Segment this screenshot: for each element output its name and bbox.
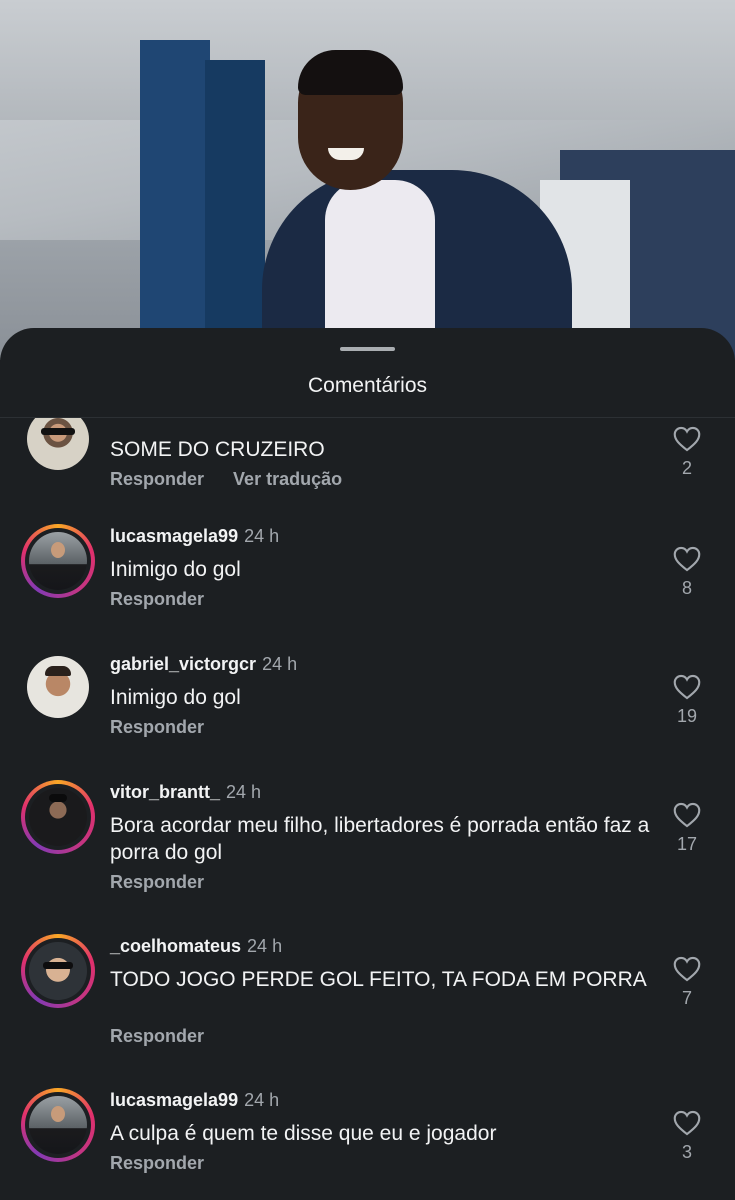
avatar[interactable] xyxy=(27,418,89,470)
heart-outline-icon xyxy=(673,956,701,982)
comment-text: Bora acordar meu filho, libertadores é p… xyxy=(110,814,650,864)
comment-time: 24 h xyxy=(262,654,298,674)
comment-username[interactable]: _coelhomateus 24 h xyxy=(110,936,282,957)
avatar-story-ring[interactable] xyxy=(21,524,95,598)
heart-outline-icon xyxy=(673,674,701,700)
heart-outline-icon xyxy=(673,426,701,452)
comment-actions: Responder Ver tradução xyxy=(110,469,366,490)
photo-pillar-shadow xyxy=(205,60,265,360)
avatar-story-ring[interactable] xyxy=(21,934,95,1008)
comment-actions: Responder xyxy=(110,872,228,893)
avatar xyxy=(29,942,87,1000)
avatar-story-ring[interactable] xyxy=(21,1088,95,1162)
avatar xyxy=(29,788,87,846)
photo-pillar xyxy=(140,40,210,360)
sheet-drag-handle[interactable] xyxy=(340,347,395,351)
comment-text: TODO JOGO PERDE GOL FEITO, TA FODA EM PO… xyxy=(110,968,647,991)
like-count: 2 xyxy=(681,458,692,478)
like-count: 17 xyxy=(676,834,698,854)
username[interactable]: gabriel_victorgcr xyxy=(110,654,256,674)
like-count: 19 xyxy=(676,706,698,726)
comment-username[interactable]: lucasmagela99 24 h xyxy=(110,526,279,547)
like-button[interactable]: 8 xyxy=(670,546,704,599)
reply-button[interactable]: Responder xyxy=(110,589,204,609)
like-button[interactable]: 19 xyxy=(670,674,704,727)
avatar[interactable] xyxy=(27,656,89,718)
heart-outline-icon xyxy=(673,546,701,572)
comments-list[interactable]: SOME DO CRUZEIRO Responder Ver tradução … xyxy=(0,418,735,1200)
comment-actions: Responder xyxy=(110,717,228,738)
comment-time: 24 h xyxy=(226,782,262,802)
comment-time: 24 h xyxy=(244,1090,280,1110)
comment-text: SOME DO CRUZEIRO xyxy=(110,438,325,461)
comment-text: Inimigo do gol xyxy=(110,686,241,709)
username[interactable]: lucasmagela99 xyxy=(110,526,238,546)
comment-actions: Responder xyxy=(110,1153,228,1174)
heart-outline-icon xyxy=(673,802,701,828)
comment-actions: Responder xyxy=(110,1026,228,1047)
like-button[interactable]: 2 xyxy=(670,426,704,479)
username[interactable]: _coelhomateus xyxy=(110,936,241,956)
like-count: 3 xyxy=(681,1142,692,1162)
translate-button[interactable]: Ver tradução xyxy=(233,469,342,489)
comment-username[interactable]: vitor_brantt_ 24 h xyxy=(110,782,261,803)
like-button[interactable]: 3 xyxy=(670,1110,704,1163)
reply-button[interactable]: Responder xyxy=(110,1153,204,1173)
photo-person-hair xyxy=(298,50,403,95)
comment-time: 24 h xyxy=(247,936,283,956)
comment-text: Inimigo do gol xyxy=(110,558,241,581)
comment-actions: Responder xyxy=(110,589,228,610)
avatar xyxy=(29,532,87,590)
comments-sheet: Comentários SOME DO CRUZEIRO Responder V… xyxy=(0,328,735,1200)
like-button[interactable]: 17 xyxy=(670,802,704,855)
username[interactable]: lucasmagela99 xyxy=(110,1090,238,1110)
like-count: 8 xyxy=(681,578,692,598)
heart-outline-icon xyxy=(673,1110,701,1136)
reply-button[interactable]: Responder xyxy=(110,717,204,737)
comment-username[interactable]: lucasmagela99 24 h xyxy=(110,1090,279,1111)
comment-username[interactable]: gabriel_victorgcr 24 h xyxy=(110,654,297,675)
like-button[interactable]: 7 xyxy=(670,956,704,1009)
avatar-story-ring[interactable] xyxy=(21,780,95,854)
reply-button[interactable]: Responder xyxy=(110,872,204,892)
reply-button[interactable]: Responder xyxy=(110,469,204,489)
comment-time: 24 h xyxy=(244,526,280,546)
username[interactable]: vitor_brantt_ xyxy=(110,782,220,802)
reply-button[interactable]: Responder xyxy=(110,1026,204,1046)
like-count: 7 xyxy=(681,988,692,1008)
avatar xyxy=(29,1096,87,1154)
comment-text: A culpa é quem te disse que eu e jogador xyxy=(110,1122,497,1145)
post-photo xyxy=(0,0,735,360)
sheet-title: Comentários xyxy=(307,374,428,397)
